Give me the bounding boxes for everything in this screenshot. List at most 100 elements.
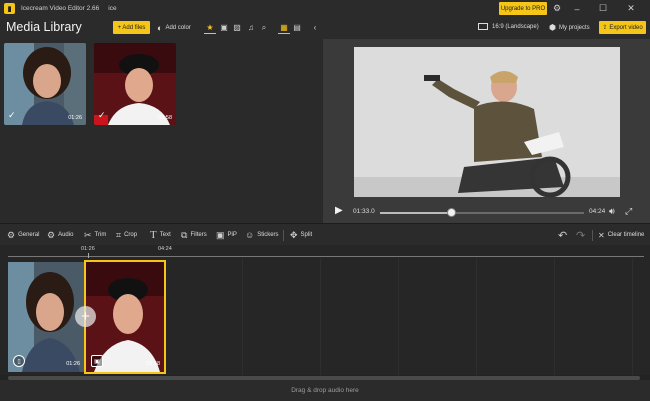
timeline-clip-selected[interactable]: ▣ 02:58: [84, 260, 166, 374]
clear-timeline-button[interactable]: ✕ Clear timeline: [598, 224, 644, 246]
tool-label: PiP: [227, 232, 237, 238]
timeline-clip[interactable]: ▯ 01:26: [8, 262, 84, 372]
tool-audio[interactable]: ⚙ Audio: [47, 224, 73, 246]
tool-label: Trim: [94, 232, 107, 238]
preview-panel: ▶ 01:33.0 04:24 🔊︎ ⤢: [323, 39, 650, 223]
clear-timeline-label: Clear timeline: [607, 232, 645, 238]
video-icon[interactable]: ▣: [218, 21, 230, 34]
my-projects-label: My projects: [558, 24, 590, 31]
split-icon: ✥: [290, 229, 298, 240]
tool-label: Split: [300, 232, 313, 238]
toolbar-divider: [592, 230, 593, 241]
project-name: ice: [108, 5, 117, 12]
export-label: Export video: [609, 24, 643, 31]
volume-icon[interactable]: 🔊︎: [609, 206, 615, 217]
app-logo-icon: ▮: [4, 3, 15, 14]
ruler-label: 04:24: [158, 246, 172, 252]
timeline-gridline: [242, 258, 243, 375]
total-time: 04:24: [589, 208, 606, 215]
filters-icon: ⧉: [181, 229, 188, 240]
add-color-button[interactable]: ◐ Add color: [157, 21, 191, 34]
grid-view-icon[interactable]: ▦: [278, 21, 290, 34]
media-item[interactable]: ✓ 02:58: [94, 43, 176, 125]
clip-duration: 02:58: [146, 361, 160, 367]
play-icon[interactable]: ▶: [335, 205, 343, 216]
close-icon: ✕: [598, 230, 605, 240]
pip-icon: ▣: [216, 229, 225, 240]
crop-icon: ⌗: [116, 229, 122, 240]
add-transition-button[interactable]: +: [75, 306, 96, 327]
edit-toolbar: ⚙ General ⚙ Audio ✂ Trim ⌗ Crop T Text ⧉…: [0, 223, 650, 245]
tool-trim[interactable]: ✂ Trim: [84, 224, 106, 246]
timeline-gridline: [476, 258, 477, 375]
add-files-button[interactable]: + Add files: [113, 21, 150, 34]
upgrade-button[interactable]: Upgrade to PRO: [499, 2, 547, 15]
seek-bar[interactable]: [380, 208, 584, 217]
minimize-icon[interactable]: –: [570, 2, 584, 15]
clip-duration: 01:26: [66, 361, 80, 367]
aspect-ratio-label: 16:9 (Landscape): [492, 23, 539, 30]
check-icon: ✓: [8, 110, 16, 120]
preview-header: 16:9 (Landscape) ⬢ My projects ⇪ Export …: [323, 17, 650, 39]
tool-label: Stickers: [257, 232, 279, 238]
tool-pip[interactable]: ▣ PiP: [216, 224, 237, 246]
media-library-header: Media Library + Add files ◐ Add color ★ …: [0, 17, 323, 39]
image-icon[interactable]: ▨: [231, 21, 243, 34]
tool-general[interactable]: ⚙ General: [7, 224, 39, 246]
my-projects-button[interactable]: ⬢ My projects: [549, 23, 590, 32]
tool-filters[interactable]: ⧉ Filters: [181, 224, 207, 246]
media-library-title: Media Library: [6, 20, 82, 34]
tool-split[interactable]: ✥ Split: [290, 224, 312, 246]
undo-icon: ↶: [558, 229, 568, 242]
tool-label: General: [18, 232, 40, 238]
seek-progress: [380, 212, 452, 214]
video-preview[interactable]: [354, 47, 620, 197]
sticker-icon: ☺: [245, 230, 255, 240]
tool-label: Crop: [124, 232, 138, 238]
audio-drop-zone[interactable]: Drag & drop audio here: [0, 380, 650, 401]
media-item[interactable]: ✓ 01:26: [4, 43, 86, 125]
current-time: 01:33.0: [353, 208, 375, 215]
media-duration: 01:26: [68, 115, 82, 121]
maximize-icon[interactable]: ☐: [596, 2, 610, 15]
add-color-label: Add color: [165, 24, 191, 31]
search-icon[interactable]: ⌕: [258, 21, 270, 34]
fullscreen-icon[interactable]: ⤢: [625, 206, 632, 217]
tool-label: Text: [159, 232, 171, 238]
palette-icon: ◐: [157, 22, 163, 33]
media-thumbnail-man: [94, 43, 176, 125]
toolbar-divider: [283, 230, 284, 241]
ruler-track: [8, 256, 644, 257]
tool-label: Audio: [58, 232, 74, 238]
tool-crop[interactable]: ⌗ Crop: [116, 224, 137, 246]
clip-settings-icon[interactable]: ▯: [13, 355, 25, 367]
audio-icon: ⚙: [47, 229, 56, 240]
gear-icon: ⚙: [7, 229, 16, 240]
tool-text[interactable]: T Text: [150, 224, 171, 246]
collapse-panel-icon[interactable]: ‹: [309, 21, 321, 34]
scissors-icon: ✂: [84, 229, 92, 240]
seek-handle[interactable]: [447, 208, 457, 217]
music-icon[interactable]: ♫: [245, 21, 257, 34]
timeline-gridline: [632, 258, 633, 375]
aspect-ratio-selector[interactable]: 16:9 (Landscape): [478, 23, 539, 30]
folder-icon: ⬢: [549, 23, 556, 32]
ruler-label: 01:26: [81, 246, 95, 252]
timeline-gridline: [398, 258, 399, 375]
close-icon[interactable]: ✕: [624, 2, 638, 15]
gear-icon[interactable]: ⚙: [550, 2, 564, 15]
media-duration: 02:58: [158, 115, 172, 121]
media-library-panel: ✓ 01:26 ✓ 02:58: [0, 39, 323, 223]
check-icon: ✓: [98, 110, 106, 120]
redo-button[interactable]: ↷: [576, 224, 585, 246]
star-icon[interactable]: ★: [204, 21, 216, 34]
tool-stickers[interactable]: ☺ Stickers: [245, 224, 279, 246]
list-view-icon[interactable]: ▤: [291, 21, 303, 34]
export-video-button[interactable]: ⇪ Export video: [599, 21, 646, 34]
undo-button[interactable]: ↶: [558, 224, 567, 246]
playback-controls: ▶ 01:33.0 04:24 🔊︎ ⤢: [323, 202, 650, 223]
tool-label: Filters: [190, 232, 207, 238]
timeline-gridline: [320, 258, 321, 375]
clip-settings-icon[interactable]: ▣: [91, 355, 103, 367]
export-icon: ⇪: [602, 25, 608, 31]
